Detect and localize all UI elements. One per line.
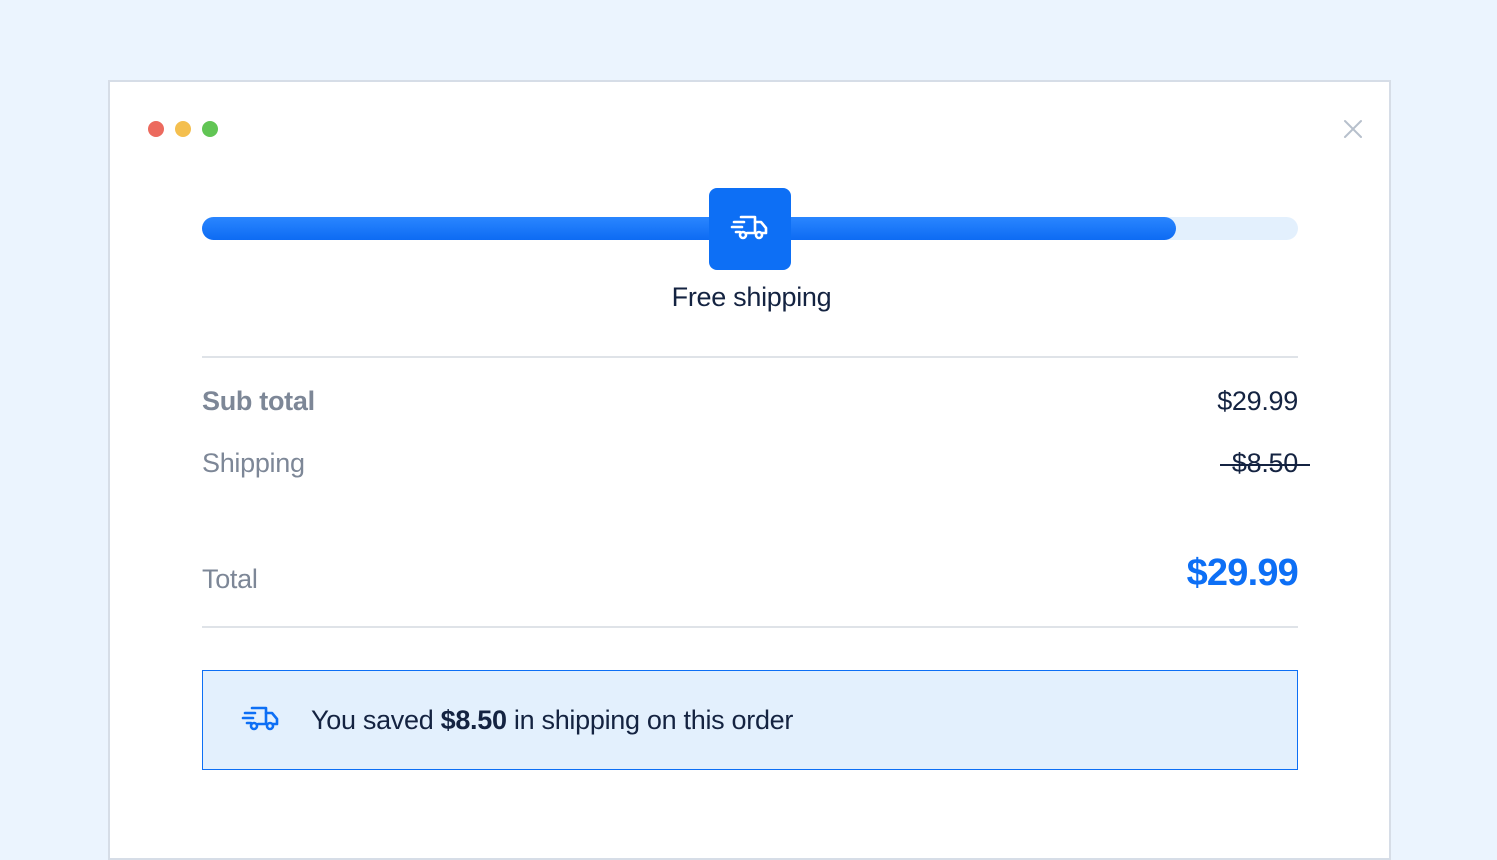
- subtotal-value: $29.99: [1217, 386, 1298, 416]
- progress-badge: [709, 188, 791, 270]
- progress-label: Free shipping: [671, 282, 832, 312]
- savings-prefix: You saved: [311, 704, 441, 735]
- close-window-dot[interactable]: [148, 121, 164, 137]
- truck-icon: [241, 702, 281, 739]
- progress-fill: [202, 217, 1177, 240]
- savings-message: You saved $8.50 in shipping on this orde…: [311, 705, 793, 736]
- total-value: $29.99: [1186, 552, 1299, 594]
- shipping-label: Shipping: [202, 448, 305, 478]
- shipping-row: Shipping $8.50: [202, 448, 1311, 479]
- divider: [202, 626, 1298, 628]
- divider: [202, 356, 1298, 358]
- minimize-window-dot[interactable]: [175, 121, 191, 137]
- cart-summary-window: Free shipping Sub total $29.99 Shipping …: [108, 80, 1391, 860]
- total-label: Total: [202, 564, 258, 594]
- savings-amount: $8.50: [440, 704, 507, 735]
- savings-suffix: in shipping on this order: [506, 704, 794, 735]
- subtotal-row: Sub total $29.99: [202, 386, 1298, 417]
- total-row: Total $29.99: [202, 552, 1299, 595]
- maximize-window-dot[interactable]: [202, 121, 218, 137]
- subtotal-label: Sub total: [202, 386, 315, 416]
- window-controls: [148, 121, 218, 137]
- free-shipping-progress: [202, 188, 1298, 270]
- close-icon[interactable]: [1342, 118, 1364, 140]
- savings-notice: You saved $8.50 in shipping on this orde…: [202, 670, 1298, 770]
- truck-icon: [730, 211, 770, 248]
- shipping-value-struck: $8.50: [1219, 448, 1311, 478]
